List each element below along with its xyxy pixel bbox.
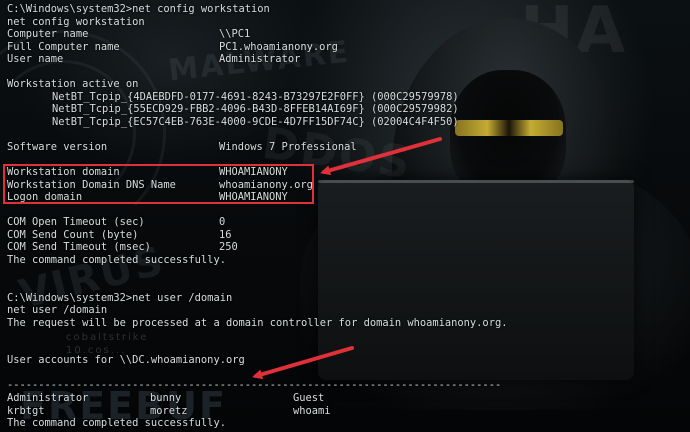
terminal-line: C:\Windows\system32>net user /domain [7,292,690,305]
completion-message: The command completed successfully. [7,417,226,430]
user-account: whoami [293,404,331,417]
transport-value: NetBT_Tcpip_{55ECD929-FBB2-4096-B43D-8FF… [52,103,459,116]
terminal-line: User accounts for \\DC.whoamianony.org [7,354,690,367]
accounts-header: User accounts for \\DC.whoamianony.org [7,354,245,367]
terminal-line: The command completed successfully. [7,417,690,430]
terminal-line: C:\Windows\system32>net config workstati… [7,3,690,16]
terminal-line: The request will be processed at a domai… [7,317,690,330]
active-on-label: Workstation active on [7,78,139,91]
field-label: User name [7,53,64,66]
separator: ----------------------------------------… [7,379,502,392]
command-echo: net config workstation [7,15,145,28]
field-value: 16 [219,228,232,241]
command-prompt: C:\Windows\system32>net user /domain [7,291,233,304]
field-value: Windows 7 Professional [219,141,357,154]
terminal-line: net config workstation [7,16,690,29]
user-account: Administrator [7,391,89,404]
transport-row: NetBT_Tcpip_{55ECD929-FBB2-4096-B43D-8FF… [7,103,690,116]
field-value: Administrator [219,53,301,66]
field-value: PC1.whoamianony.org [219,40,338,53]
field-label: COM Send Timeout (msec) [7,241,151,254]
request-info: The request will be processed at a domai… [7,316,508,329]
field-row: Software version Windows 7 Professional [7,141,690,154]
field-row: Computer name \\PC1 [7,28,690,41]
field-value: 0 [219,216,226,229]
transport-value: NetBT_Tcpip_{EC57C4EB-763E-4000-9CDE-4D7… [52,115,459,128]
user-account: Guest [293,391,325,404]
field-row: COM Send Timeout (msec) 250 [7,241,690,254]
field-label: Computer name [7,28,89,41]
user-row: Administrator bunny Guest [7,392,690,405]
field-value: \\PC1 [219,28,251,41]
domain-highlight-box [3,164,314,204]
transport-value: NetBT_Tcpip_{4DAEBDFD-0177-4691-8243-B73… [52,90,459,103]
terminal-output[interactable]: C:\Windows\system32>net config workstati… [7,3,690,432]
field-label: Full Computer name [7,40,120,53]
terminal-line: net user /domain [7,304,690,317]
transport-row: NetBT_Tcpip_{4DAEBDFD-0177-4691-8243-B73… [7,91,690,104]
command-echo: net user /domain [7,304,108,317]
field-label: COM Open Timeout (sec) [7,216,145,229]
terminal-line: The command completed successfully. [7,254,690,267]
field-label: COM Send Count (byte) [7,228,139,241]
field-label: Software version [7,141,108,154]
field-row: Full Computer name PC1.whoamianony.org [7,41,690,54]
command-prompt: C:\Windows\system32>net config workstati… [7,3,270,15]
user-account: bunny [150,391,182,404]
completion-message: The command completed successfully. [7,253,226,266]
field-value: 250 [219,241,238,254]
separator-line: ----------------------------------------… [7,379,690,392]
user-account: moretz [150,404,188,417]
transport-row: NetBT_Tcpip_{EC57C4EB-763E-4000-9CDE-4D7… [7,116,690,129]
field-row: COM Send Count (byte) 16 [7,229,690,242]
field-row: COM Open Timeout (sec) 0 [7,216,690,229]
terminal-line: Workstation active on [7,78,690,91]
user-account: krbtgt [7,404,45,417]
field-row: User name Administrator [7,53,690,66]
user-row: krbtgt moretz whoami [7,405,690,418]
